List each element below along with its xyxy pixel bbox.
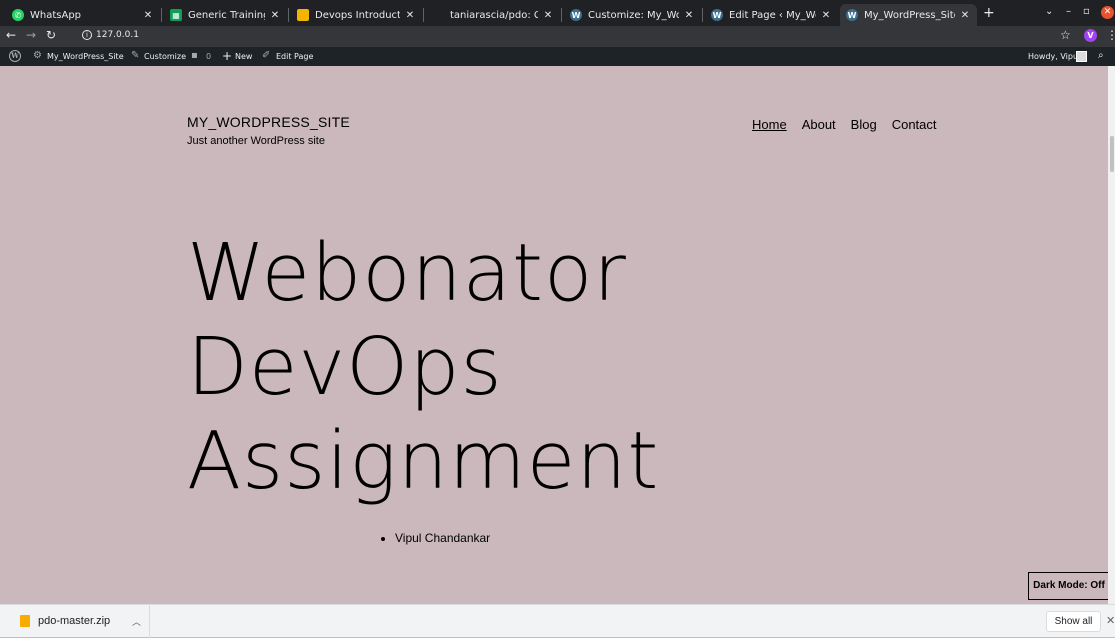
tab-divider xyxy=(423,8,424,22)
browser-toolbar: ← → ↻ i 127.0.0.1 ☆ V ⋮ xyxy=(0,26,1115,47)
tab-my-wordpress-site[interactable]: W My_WordPress_Site – Ju ✕ xyxy=(840,4,977,26)
close-icon[interactable]: ✕ xyxy=(1106,614,1115,627)
maximize-button[interactable]: ▫ xyxy=(1083,6,1090,17)
tab-divider xyxy=(161,8,162,22)
browser-menu-icon[interactable]: ⋮ xyxy=(1106,28,1115,42)
site-tagline: Just another WordPress site xyxy=(187,135,325,147)
new-tab-button[interactable]: + xyxy=(983,5,995,21)
admin-greeting[interactable]: Howdy, Vipul xyxy=(1028,52,1080,61)
download-bar: pdo-master.zip ︿ Show all ✕ xyxy=(0,604,1115,638)
tab-edit-page[interactable]: W Edit Page ‹ My_WordPre ✕ xyxy=(705,4,838,26)
tab-divider xyxy=(702,8,703,22)
whatsapp-icon: ✆ xyxy=(12,9,24,21)
show-all-button[interactable]: Show all xyxy=(1046,611,1101,632)
comment-icon: ▪ xyxy=(191,50,198,61)
wordpress-icon: W xyxy=(711,9,723,21)
tab-github-pdo[interactable]: taniarascia/pdo: Conne ✕ xyxy=(426,4,560,26)
chevron-up-icon[interactable]: ︿ xyxy=(132,615,141,628)
wordpress-icon: W xyxy=(846,9,858,21)
tab-label: WhatsApp xyxy=(30,9,82,21)
plus-icon: + xyxy=(222,49,233,63)
tab-label: My_WordPress_Site – Ju xyxy=(864,9,955,21)
wordpress-icon: W xyxy=(570,9,582,21)
close-icon[interactable]: ✕ xyxy=(542,10,554,21)
page-content: MY_WORDPRESS_SITE Just another WordPress… xyxy=(7,66,1110,604)
tab-generic-training[interactable]: ▦ Generic Training - WB6 ✕ xyxy=(164,4,287,26)
dashboard-icon: ⚙ xyxy=(33,50,42,61)
tab-whatsapp[interactable]: ✆ WhatsApp ✕ xyxy=(6,4,160,26)
admin-edit-page[interactable]: Edit Page xyxy=(276,52,313,61)
close-icon[interactable]: ✕ xyxy=(142,10,154,21)
admin-site-name[interactable]: My_WordPress_Site xyxy=(47,52,124,61)
nav-about[interactable]: About xyxy=(802,117,836,132)
bookmark-star-icon[interactable]: ☆ xyxy=(1060,28,1071,42)
page-heading: Webonator DevOps Assignment xyxy=(187,226,659,508)
close-icon[interactable]: ✕ xyxy=(269,10,281,21)
admin-new[interactable]: New xyxy=(235,52,252,61)
window-close-button[interactable]: ✕ xyxy=(1101,6,1114,19)
back-button[interactable]: ← xyxy=(6,28,16,42)
wordpress-logo-icon[interactable]: W xyxy=(9,50,21,62)
search-icon[interactable]: ⌕ xyxy=(1098,50,1104,61)
dark-mode-toggle[interactable]: Dark Mode: Off xyxy=(1028,572,1110,600)
heading-line: Webonator xyxy=(187,227,627,319)
tab-label: Generic Training - WB6 xyxy=(188,9,265,21)
tab-label: Devops Introduction An xyxy=(315,9,400,21)
user-avatar[interactable] xyxy=(1076,51,1087,62)
close-icon[interactable]: ✕ xyxy=(820,10,832,21)
forward-button[interactable]: → xyxy=(26,28,36,42)
reload-button[interactable]: ↻ xyxy=(46,28,56,42)
github-icon xyxy=(432,9,444,21)
nav-home[interactable]: Home xyxy=(752,117,787,132)
close-icon[interactable]: ✕ xyxy=(683,10,695,21)
scrollbar-thumb[interactable] xyxy=(1110,136,1114,172)
heading-line: Assignment xyxy=(187,415,660,507)
zip-file-icon xyxy=(20,615,30,627)
tab-label: Edit Page ‹ My_WordPre xyxy=(729,9,816,21)
download-filename[interactable]: pdo-master.zip xyxy=(38,615,110,627)
tab-strip: ✆ WhatsApp ✕ ▦ Generic Training - WB6 ✕ … xyxy=(0,0,1115,26)
site-info-icon[interactable]: i xyxy=(82,30,92,40)
author-list: Vipul Chandankar xyxy=(395,531,490,545)
brush-icon: ✎ xyxy=(131,50,140,61)
address-bar[interactable]: 127.0.0.1 xyxy=(96,30,139,40)
page-left-edge xyxy=(0,66,7,604)
admin-customize[interactable]: Customize xyxy=(144,52,186,61)
heading-line: DevOps xyxy=(187,321,503,413)
tab-devops-introduction[interactable]: Devops Introduction An ✕ xyxy=(291,4,422,26)
tab-customize[interactable]: W Customize: My_WordPr ✕ xyxy=(564,4,701,26)
tab-divider xyxy=(561,8,562,22)
wp-admin-bar: W ⚙ My_WordPress_Site ✎ Customize ▪ 0 + … xyxy=(0,47,1115,66)
tab-label: Customize: My_WordPr xyxy=(588,9,679,21)
author-name: Vipul Chandankar xyxy=(395,531,490,545)
nav-blog[interactable]: Blog xyxy=(851,117,877,132)
tab-label: taniarascia/pdo: Conne xyxy=(450,9,538,21)
download-item[interactable]: pdo-master.zip ︿ xyxy=(0,605,150,638)
nav-contact[interactable]: Contact xyxy=(892,117,937,132)
minimize-button[interactable]: – xyxy=(1066,6,1071,17)
tab-divider xyxy=(288,8,289,22)
site-title[interactable]: MY_WORDPRESS_SITE xyxy=(187,114,350,130)
sheets-icon: ▦ xyxy=(170,9,182,21)
primary-navigation: Home About Blog Contact xyxy=(752,117,937,132)
admin-comments-count[interactable]: 0 xyxy=(206,52,211,61)
close-icon[interactable]: ✕ xyxy=(959,10,971,21)
profile-avatar[interactable]: V xyxy=(1084,29,1097,42)
tab-search-icon[interactable]: ⌄ xyxy=(1045,6,1053,17)
pencil-icon: ✐ xyxy=(262,50,271,61)
close-icon[interactable]: ✕ xyxy=(404,10,416,21)
slides-icon xyxy=(297,9,309,21)
